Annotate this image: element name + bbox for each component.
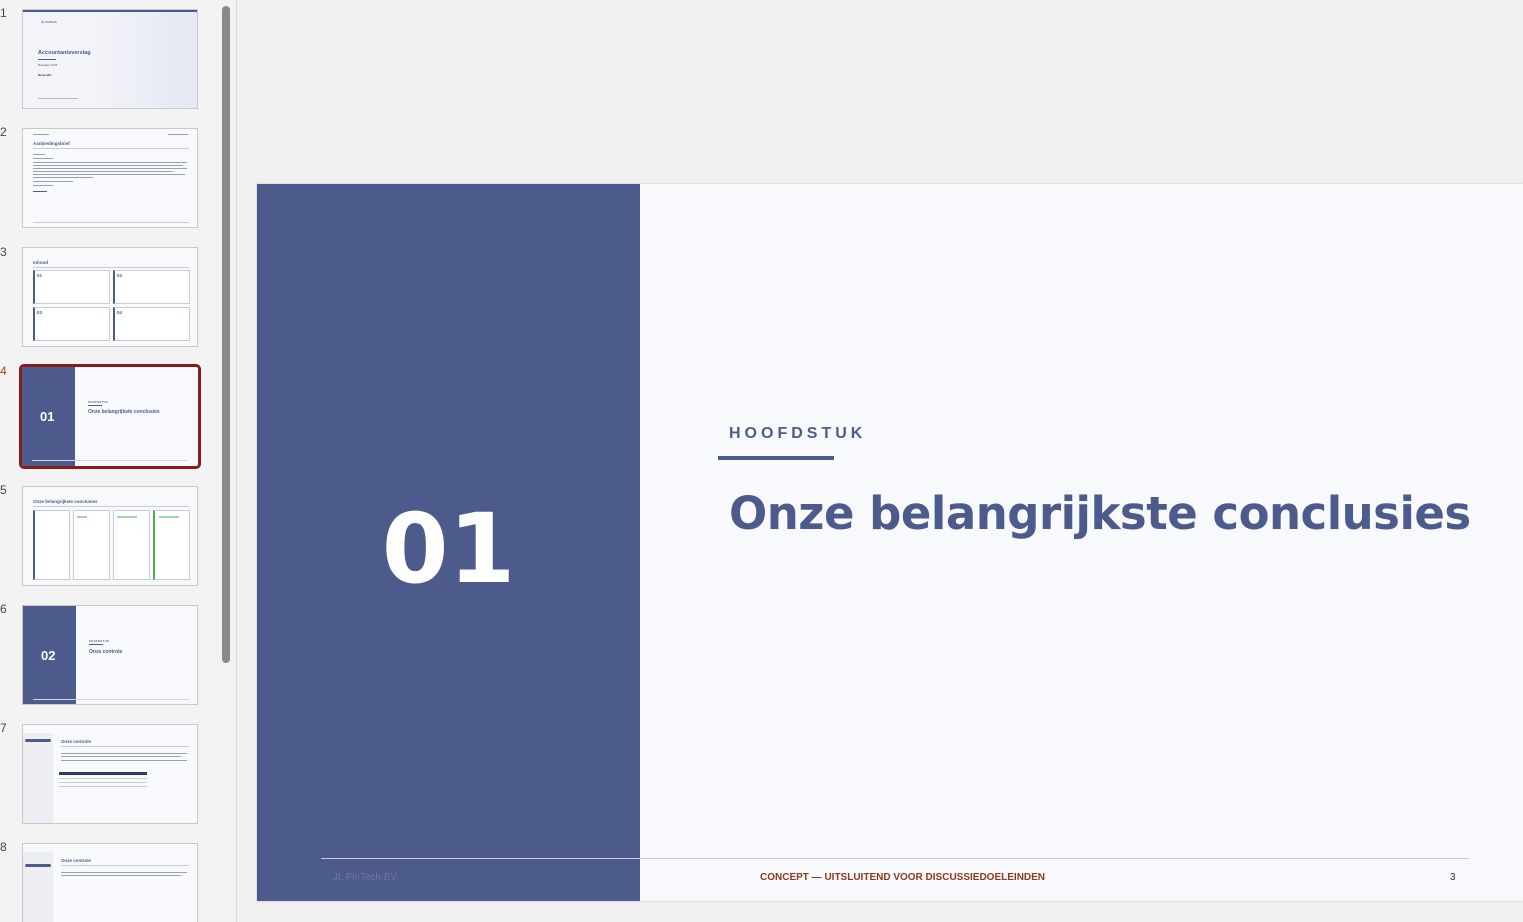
- chapter-number[interactable]: 01: [257, 494, 640, 604]
- thumbnail-title: Onze belangrijkste conclusies: [88, 409, 160, 415]
- slide-thumbnail-2[interactable]: Aanbiedingsbrief: [22, 128, 198, 228]
- slide-canvas[interactable]: 01 HOOFDSTUK Onze belangrijkste conclusi…: [257, 184, 1523, 901]
- footer-concept-notice: CONCEPT — UITSLUITEND VOOR DISCUSSIEDOEL…: [760, 872, 1046, 883]
- slide-thumbnail-5[interactable]: Onze belangrijkste conclusies: [22, 486, 198, 586]
- thumbnail-title: Accountantsverslag: [38, 50, 91, 56]
- thumbnail-title: Inhoud: [33, 260, 48, 265]
- thumbnail-chapter-number: 02: [41, 648, 56, 663]
- thumbnail-title: Onze controle: [61, 858, 92, 863]
- slide-thumbnail-pane[interactable]: 1 2 3 4 5 6 7 8 JL FinTech Accountantsve…: [0, 0, 232, 922]
- chapter-underline: [718, 456, 834, 460]
- footer-company: JL FinTech BV: [333, 872, 398, 883]
- thumbnail-number: 3: [0, 245, 7, 259]
- slide-thumbnail-1[interactable]: JL FinTech Accountantsverslag Boekjaar 2…: [22, 9, 198, 109]
- thumbnail-title: Onze controle: [61, 739, 92, 744]
- thumbnail-subtitle: Boekjaar 2025: [38, 63, 58, 67]
- thumbnail-title: Onze belangrijkste conclusies: [33, 499, 98, 504]
- thumbnail-number: 6: [0, 602, 7, 616]
- thumbnail-scrollbar-thumb[interactable]: [222, 6, 230, 663]
- thumbnail-kicker: HOOFDSTUK: [89, 640, 110, 643]
- chapter-label[interactable]: HOOFDSTUK: [729, 425, 866, 443]
- thumbnail-number: 8: [0, 840, 7, 854]
- thumbnail-number: 2: [0, 125, 7, 139]
- slide-thumbnail-8[interactable]: Onze controle: [22, 843, 198, 922]
- thumbnail-item: 04: [117, 310, 123, 315]
- thumbnail-number-active: 4: [0, 364, 7, 378]
- thumbnail-item: 01: [37, 273, 43, 278]
- slide-thumbnail-4-selected[interactable]: 01 HOOFDSTUK Onze belangrijkste conclusi…: [19, 364, 201, 469]
- thumbnail-item: 03: [37, 310, 43, 315]
- thumbnail-number: 5: [0, 483, 7, 497]
- thumbnail-title: Aanbiedingsbrief: [33, 141, 70, 146]
- footer-divider: [321, 858, 1469, 859]
- slide-thumbnail-7[interactable]: Onze controle: [22, 724, 198, 824]
- slide-title[interactable]: Onze belangrijkste conclusies: [729, 487, 1471, 540]
- thumbnail-title: Onze controle: [89, 649, 123, 655]
- pane-divider[interactable]: [236, 0, 237, 922]
- thumbnail-kicker: HOOFDSTUK: [88, 401, 109, 404]
- thumbnail-logo: JL FinTech: [41, 20, 57, 24]
- thumbnail-client: Demo BV: [38, 73, 52, 77]
- slide-thumbnail-3[interactable]: Inhoud 01 02 03 04: [22, 247, 198, 347]
- thumbnail-number: 7: [0, 721, 7, 735]
- thumbnail-number: 1: [0, 6, 7, 20]
- footer-page-number: 3: [1450, 872, 1456, 883]
- slide-thumbnail-6[interactable]: 02 HOOFDSTUK Onze controle: [22, 605, 198, 705]
- thumbnail-chapter-number: 01: [40, 409, 55, 424]
- thumbnail-item: 02: [117, 273, 123, 278]
